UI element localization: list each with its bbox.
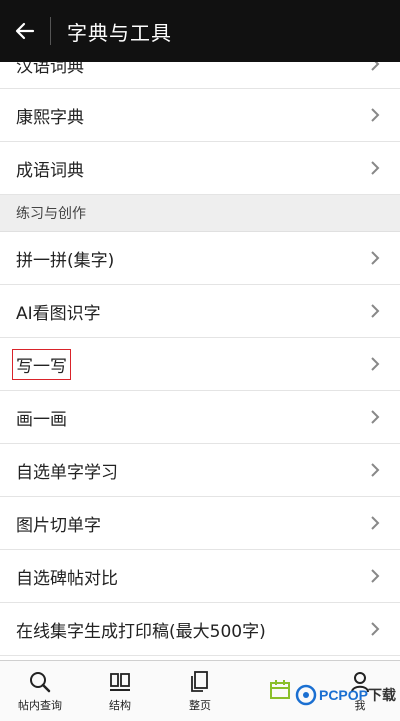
tab-label: 结构	[109, 698, 131, 712]
chevron-right-icon	[371, 622, 380, 636]
watermark-brand: PCPOP	[318, 687, 368, 703]
tab-search-in-copybook[interactable]: 帖内查询	[0, 661, 80, 721]
chevron-right-icon	[371, 251, 380, 265]
search-icon	[30, 671, 51, 692]
section-header-practice: 练习与创作	[0, 195, 400, 232]
list-item-print-draft[interactable]: 在线集字生成打印稿(最大500字)	[0, 603, 400, 656]
chevron-right-icon	[371, 161, 380, 175]
watermark-text: PCPOP下载	[319, 685, 396, 705]
list-item-label: 自选单字学习	[16, 462, 118, 483]
chevron-right-icon	[371, 410, 380, 424]
list-item-label: 康熙字典	[16, 107, 84, 128]
watermark: PCPOP下载	[295, 684, 396, 706]
chevron-right-icon	[371, 62, 380, 71]
structure-icon	[110, 672, 130, 691]
list-item-label: 成语词典	[16, 160, 84, 181]
list-item-label: 画一画	[16, 409, 67, 430]
back-arrow-icon	[15, 22, 35, 40]
calendar-icon	[270, 679, 290, 699]
chevron-right-icon	[371, 108, 380, 122]
tab-label: 帖内查询	[18, 698, 62, 712]
list-item-write[interactable]: 写一写	[0, 338, 400, 391]
list-item-label-highlighted: 写一写	[12, 348, 71, 380]
list-item-single-char-study[interactable]: 自选单字学习	[0, 444, 400, 497]
list-item-stele-compare[interactable]: 自选碑帖对比	[0, 550, 400, 603]
page-title: 字典与工具	[67, 20, 172, 45]
app-header: 字典与工具	[0, 0, 400, 62]
list-item-idiom-dictionary[interactable]: 成语词典	[0, 142, 400, 195]
list-item-label: AI看图识字	[16, 303, 101, 324]
back-button[interactable]	[0, 0, 50, 62]
tab-full-page[interactable]: 整页	[160, 661, 240, 721]
list-item-label: 图片切单字	[16, 515, 101, 536]
watermark-suffix: 下载	[368, 687, 396, 703]
list-item-label: 汉语词典	[16, 62, 84, 77]
tab-label: 整页	[189, 698, 211, 712]
chevron-right-icon	[371, 463, 380, 477]
list-item-image-crop[interactable]: 图片切单字	[0, 497, 400, 550]
list-item-kangxi-dictionary[interactable]: 康熙字典	[0, 89, 400, 142]
chevron-right-icon	[371, 357, 380, 371]
tab-structure[interactable]: 结构	[80, 661, 160, 721]
list-item-chinese-dictionary[interactable]: 汉语词典	[0, 62, 400, 89]
tool-list: 汉语词典 康熙字典 成语词典 练习与创作 拼一拼(集字) AI看图识字 写一写 …	[0, 62, 400, 656]
list-item-draw[interactable]: 画一画	[0, 391, 400, 444]
list-item-ai-recognize[interactable]: AI看图识字	[0, 285, 400, 338]
list-item-collect-characters[interactable]: 拼一拼(集字)	[0, 232, 400, 285]
chevron-right-icon	[371, 304, 380, 318]
watermark-logo-icon	[295, 684, 317, 706]
chevron-right-icon	[371, 516, 380, 530]
list-item-label: 自选碑帖对比	[16, 568, 118, 589]
list-item-label: 拼一拼(集字)	[16, 250, 115, 271]
page-icon	[191, 670, 208, 692]
chevron-right-icon	[371, 569, 380, 583]
list-item-label: 在线集字生成打印稿(最大500字)	[16, 621, 266, 642]
